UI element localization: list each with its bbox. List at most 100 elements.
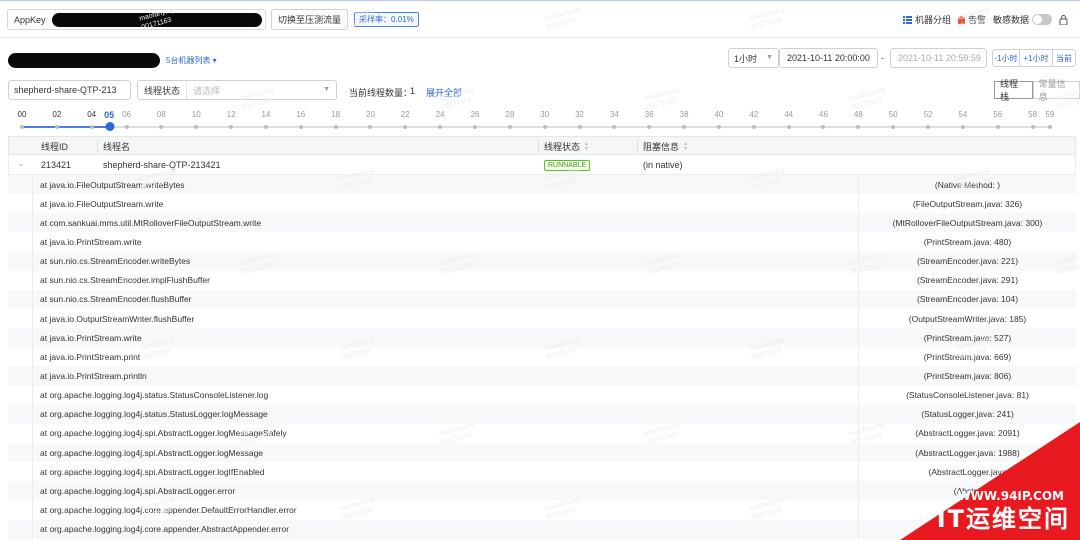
timeline-tick-label[interactable]: 40 (714, 110, 723, 119)
timeline-tick-label[interactable]: 30 (540, 110, 549, 119)
stack-frame-row: at java.io.PrintStream.print (PrintStream… (8, 347, 1076, 367)
thread-name-input[interactable]: shepherd-share-QTP-213 (8, 80, 131, 100)
timeline-tick-label[interactable]: 12 (227, 110, 236, 119)
timeline-dot[interactable] (612, 125, 617, 129)
timeline-tick-label[interactable]: 56 (993, 110, 1002, 119)
timeline-track-fill (22, 126, 110, 128)
timeline-dot[interactable] (89, 125, 94, 129)
timeline-dot[interactable] (926, 125, 931, 129)
timeline-tick-label[interactable]: 10 (192, 110, 201, 119)
timeline-tick-label[interactable]: 50 (889, 110, 898, 119)
timeline-tick-label[interactable]: 38 (680, 110, 689, 119)
timeline-tick-label[interactable]: 26 (471, 110, 480, 119)
timeline-dot[interactable] (960, 125, 965, 129)
timeline-dot[interactable] (995, 125, 1000, 129)
timeline-dot[interactable] (821, 125, 826, 129)
alert-button[interactable]: 告警 (957, 13, 986, 26)
timeline-tick-label[interactable]: 32 (575, 110, 584, 119)
timeline-dot[interactable] (403, 125, 408, 129)
stack-frame-indent (8, 519, 33, 539)
stack-frame-method: at org.apache.logging.log4j.status.Statu… (40, 409, 268, 420)
timeline-tick-label[interactable]: 04 (87, 110, 96, 119)
timeline-tick-label[interactable]: 59 (1046, 110, 1055, 119)
minus-hour-button[interactable]: -1小时 (992, 49, 1020, 67)
timeline-tick-label[interactable]: 58 (1028, 110, 1037, 119)
appkey-selector[interactable]: AppKey (7, 9, 266, 30)
sort-icon[interactable]: ▲ ▼ (584, 141, 589, 152)
timeline-dot[interactable] (856, 125, 861, 129)
timeline-tick-label[interactable]: 34 (610, 110, 619, 119)
timeline-dot[interactable] (438, 125, 443, 129)
timeline-tick-label[interactable]: 05 (104, 110, 114, 120)
plus-hour-button[interactable]: +1小时 (1019, 49, 1053, 67)
timeline-dot[interactable] (507, 125, 512, 129)
timeline-tick-label[interactable]: 24 (436, 110, 445, 119)
thread-count-value: 1 (410, 86, 416, 96)
timeline-dot[interactable] (229, 125, 234, 129)
timeline-tick-label[interactable]: 08 (157, 110, 166, 119)
timeline-handle[interactable] (105, 122, 115, 131)
sort-icon[interactable]: ▲ ▼ (683, 141, 688, 152)
collapse-chevron-icon[interactable]: ⌄ (18, 160, 24, 168)
end-time-input[interactable]: 2021-10-11 20:59:59 (890, 48, 987, 68)
timeline-dot[interactable] (647, 125, 652, 129)
timeline-tick-label[interactable]: 46 (819, 110, 828, 119)
expand-all-link[interactable]: 展开全部 (426, 86, 462, 99)
timeline-dot[interactable] (124, 125, 129, 129)
timeline-dot[interactable] (542, 125, 547, 129)
timeline-dot[interactable] (20, 125, 24, 129)
timeline-tick-label[interactable]: 42 (749, 110, 758, 119)
timeline-tick-label[interactable]: 28 (505, 110, 514, 119)
timeline-tick-label[interactable]: 44 (784, 110, 793, 119)
timeline-dot[interactable] (1048, 125, 1052, 129)
machine-list-dropdown[interactable]: 5台机器列表 ▾ (166, 55, 217, 66)
timeline-dot[interactable] (786, 125, 791, 129)
timeline-tick-label[interactable]: 00 (18, 110, 27, 119)
col-thread-state[interactable]: 线程状态 ▲ ▼ (544, 137, 589, 156)
timeline-dot[interactable] (577, 125, 582, 129)
tab-thread-stack[interactable]: 线程栈 (994, 79, 1033, 102)
timeline-dot[interactable] (751, 125, 756, 129)
stack-frame-indent (8, 404, 33, 424)
col-thread-name[interactable]: 线程名 (103, 137, 130, 156)
timeline-tick-label[interactable]: 06 (122, 110, 131, 119)
tab-resident-info[interactable]: 常量信息 (1032, 79, 1080, 102)
time-range-select[interactable]: 1小时 ▼ (728, 48, 779, 68)
start-time-input[interactable]: 2021-10-11 20:00:00 (779, 48, 878, 68)
col-thread-id[interactable]: 线程ID (41, 137, 68, 156)
table-row[interactable]: ⌄ 213421 shepherd-share-QTP-213421 RUNNA… (8, 155, 1076, 175)
thread-state-select[interactable]: 线程状态 请选择 ▼ (137, 80, 337, 100)
timeline-dot[interactable] (368, 125, 373, 129)
timeline-dot[interactable] (473, 125, 478, 129)
stack-frame-row: at java.io.OutputStreamWriter.flushBuffe… (8, 308, 1076, 329)
timeline-dot[interactable] (194, 125, 199, 129)
timeline-dot[interactable] (298, 125, 303, 129)
timeline-dot[interactable] (1030, 125, 1035, 129)
timeline-tick-label[interactable]: 14 (261, 110, 270, 119)
timeline-tick-label[interactable]: 36 (645, 110, 654, 119)
sensitive-data-toggle[interactable] (1032, 14, 1052, 25)
machine-group-button[interactable]: 机器分组 (902, 13, 951, 26)
timeline-tick-label[interactable]: 54 (958, 110, 967, 119)
col-block-info[interactable]: 阻塞信息 ▲ ▼ (643, 137, 688, 156)
lock-icon[interactable] (1059, 14, 1068, 25)
timeline-tick-label[interactable]: 16 (296, 110, 305, 119)
timeline-tick-label[interactable]: 18 (331, 110, 340, 119)
timeline-dot[interactable] (263, 125, 268, 129)
timeline-dot[interactable] (54, 125, 59, 129)
timeline-tick-label[interactable]: 22 (401, 110, 410, 119)
current-time-button[interactable]: 当前 (1052, 49, 1076, 67)
timeline-tick-label[interactable]: 52 (924, 110, 933, 119)
timeline-dot[interactable] (159, 125, 164, 129)
col-thread-state-label: 线程状态 (544, 142, 581, 152)
timeline-track[interactable] (22, 126, 1050, 128)
timeline-tick-label[interactable]: 48 (854, 110, 863, 119)
timeline-dot[interactable] (682, 125, 687, 129)
timeline-dot[interactable] (891, 125, 896, 129)
timeline-dot[interactable] (333, 125, 338, 129)
timeline-tick-label[interactable]: 20 (366, 110, 375, 119)
stack-frame-indent (8, 175, 33, 195)
timeline-dot[interactable] (716, 125, 721, 129)
timeline-tick-label[interactable]: 02 (52, 110, 61, 119)
switch-traffic-button[interactable]: 切换至压测流量 (271, 9, 348, 30)
